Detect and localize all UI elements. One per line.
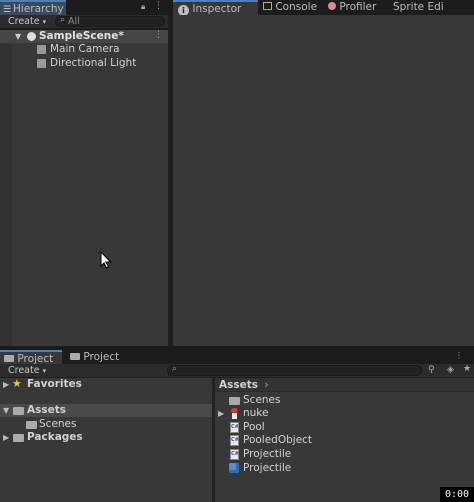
folder-icon: [229, 397, 240, 405]
tab-inspector[interactable]: i Inspector: [173, 0, 258, 15]
filter-label-icon[interactable]: ◈: [447, 365, 454, 375]
hierarchy-item[interactable]: Directional Light: [12, 57, 168, 70]
folder-icon: [13, 434, 24, 442]
breadcrumb-assets[interactable]: Assets ›: [219, 379, 269, 392]
sidebar-item-scenes[interactable]: Scenes: [0, 418, 212, 431]
project-create-button[interactable]: Create ▾: [8, 365, 46, 377]
asset-item-projectile-prefab[interactable]: Projectile: [215, 462, 474, 475]
sidebar-label: Assets: [27, 404, 67, 416]
expand-arrow-icon: ▼: [15, 32, 22, 41]
asset-label: Scenes: [243, 394, 281, 406]
inspector-panel: [173, 15, 474, 346]
dropdown-arrow-icon: ▾: [42, 367, 47, 375]
sidebar-label: Packages: [27, 431, 83, 443]
asset-item-pooledobject[interactable]: C# PooledObject: [215, 434, 474, 447]
timer-label: 0:00: [444, 489, 470, 500]
hierarchy-menu-icon[interactable]: ⋮: [154, 1, 166, 13]
asset-label: Projectile: [243, 448, 292, 460]
project-create-label: Create: [8, 365, 40, 376]
project-search-input[interactable]: ⌕: [167, 364, 422, 376]
hierarchy-panel: [0, 30, 168, 346]
tab-inspector-label: Inspector: [192, 3, 242, 15]
dropdown-arrow-icon: ▾: [42, 18, 47, 26]
asset-label: Projectile: [243, 462, 292, 474]
collapsed-arrow-icon: ▶: [3, 433, 10, 442]
tab-sprite-editor-label: Sprite Edi: [393, 1, 444, 13]
sidebar-label: Scenes: [39, 418, 77, 430]
hierarchy-item-label: Directional Light: [50, 57, 137, 69]
tab-project-2[interactable]: Project: [66, 350, 130, 364]
gameobject-cube-icon: [37, 45, 46, 54]
scene-row[interactable]: ▼ SampleScene* ⋮: [0, 30, 168, 43]
gameobject-cube-icon: [37, 59, 46, 68]
collapsed-arrow-icon: ▶: [218, 409, 225, 418]
scene-name: SampleScene*: [39, 30, 124, 42]
scene-menu-icon[interactable]: ⋮: [154, 29, 163, 42]
csharp-script-icon: C#: [230, 435, 239, 446]
folder-icon: [4, 355, 14, 362]
filter-type-icon[interactable]: ⚲: [428, 365, 435, 375]
asset-item-pool[interactable]: C# Pool: [215, 421, 474, 434]
folder-icon: [13, 407, 24, 415]
asset-label: Pool: [243, 421, 265, 433]
sidebar-item-assets[interactable]: ▼ Assets: [0, 404, 212, 417]
mouse-cursor-icon: [100, 251, 112, 269]
tab-hierarchy[interactable]: ☰ Hierarchy: [0, 0, 66, 15]
hierarchy-search-input[interactable]: ⌕ All: [55, 15, 165, 27]
csharp-script-icon: C#: [230, 449, 239, 460]
asset-item-nuke[interactable]: ▶ nuke: [215, 407, 474, 420]
star-icon: ★: [12, 377, 22, 390]
asset-label: nuke: [243, 407, 269, 419]
hierarchy-create-label: Create: [8, 16, 40, 27]
tab-sprite-editor[interactable]: Sprite Edi: [388, 0, 474, 15]
asset-label: PooledObject: [243, 434, 313, 446]
hierarchy-item[interactable]: Main Camera: [12, 43, 168, 56]
asset-item-projectile-script[interactable]: C# Projectile: [215, 448, 474, 461]
prefab-cube-icon: [229, 463, 239, 473]
asset-item-scenes[interactable]: Scenes: [215, 394, 474, 407]
sidebar-item-favorites[interactable]: ▶ ★ Favorites: [0, 377, 212, 391]
console-icon: [263, 2, 272, 10]
hierarchy-search-placeholder: All: [68, 16, 80, 27]
search-icon: ⌕: [172, 364, 178, 374]
recording-timer: 0:00: [440, 487, 474, 502]
project-lock-icon[interactable]: ⋮: [455, 351, 463, 360]
tab-project[interactable]: Project: [0, 350, 62, 364]
favorites-star-icon[interactable]: ★: [463, 364, 471, 374]
sidebar-label: Favorites: [27, 378, 82, 390]
lock-icon[interactable]: 🔒︎: [141, 2, 149, 12]
tab-console[interactable]: Console: [258, 0, 323, 15]
tab-project-label: Project: [17, 353, 54, 364]
hierarchy-gutter: [0, 30, 12, 346]
hierarchy-item-label: Main Camera: [50, 43, 120, 55]
expanded-arrow-icon: ▼: [3, 406, 10, 415]
csharp-script-icon: C#: [230, 422, 239, 433]
tab-hierarchy-label: Hierarchy: [13, 3, 64, 15]
chevron-right-icon: ›: [264, 379, 269, 391]
tab-profiler[interactable]: Profiler: [323, 0, 388, 15]
breadcrumb-label: Assets: [219, 379, 259, 391]
folder-icon: [26, 421, 37, 429]
collapsed-arrow-icon: ▶: [3, 380, 10, 389]
unity-scene-icon: [27, 32, 36, 41]
tab-console-label: Console: [275, 1, 318, 13]
prefab-character-icon: [230, 408, 239, 419]
hierarchy-create-button[interactable]: Create ▾: [8, 16, 46, 28]
profiler-icon: [328, 2, 336, 10]
tab-profiler-label: Profiler: [339, 1, 377, 13]
folder-icon: [70, 353, 80, 360]
search-icon: ⌕: [60, 15, 66, 25]
list-icon: ☰: [3, 5, 12, 15]
sidebar-item-packages[interactable]: ▶ Packages: [0, 431, 212, 444]
info-icon: i: [178, 5, 189, 15]
tab-project-2-label: Project: [83, 351, 120, 363]
